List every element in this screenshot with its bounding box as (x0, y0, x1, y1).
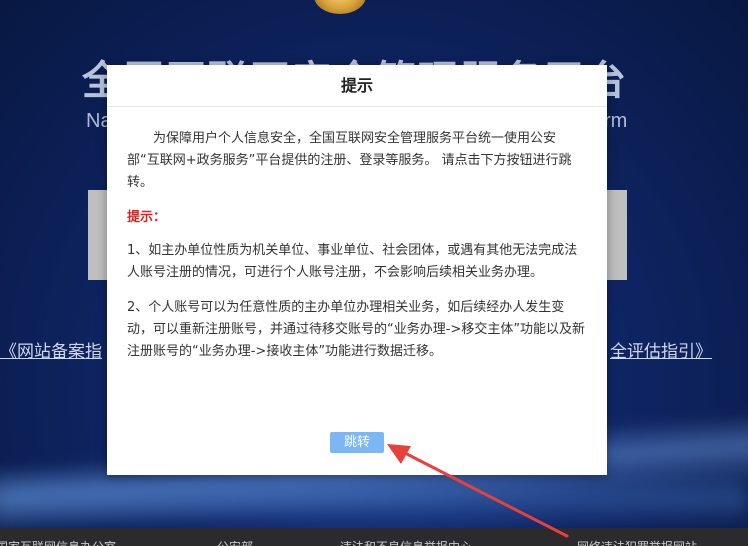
background-subtitle-right: rm (604, 110, 628, 132)
dialog-intro-text: 为保障用户个人信息安全，全国互联网安全管理服务平台统一使用公安部“互联网+政务服… (127, 131, 572, 190)
footer-link[interactable]: 网络违法犯罪举报网站 (577, 538, 697, 546)
police-emblem-icon (314, 0, 366, 14)
footer-link[interactable]: 国家互联网信息办公室 (0, 538, 116, 546)
background-glow-lower (0, 470, 748, 526)
notice-item-1: 1、如主办单位性质为机关单位、事业单位、社会团体，或遇有其他无法完成法人账号注册… (127, 243, 578, 280)
jump-button[interactable]: 跳转 (330, 432, 384, 453)
footer-link[interactable]: 公安部 (217, 538, 253, 546)
notice-label: 提示： (127, 210, 167, 225)
dialog-body: 为保障用户个人信息安全，全国互联网安全管理服务平台统一使用公安部“互联网+政务服… (107, 107, 607, 363)
page: 全国互联网安全管理服务平台 Na rm 《网站备案指 全评估指引》 国家互联网信… (0, 0, 748, 546)
background-login-panel-right (605, 190, 627, 280)
notice-dialog: 提示 为保障用户个人信息安全，全国互联网安全管理服务平台统一使用公安部“互联网+… (107, 65, 607, 475)
footer: 国家互联网信息办公室 公安部 违法和不良信息举报中心 网络违法犯罪举报网站 (0, 528, 748, 546)
red-arrow-icon (387, 444, 569, 538)
background-link-filing-guide[interactable]: 《网站备案指 (0, 337, 102, 362)
background-link-security-guide[interactable]: 全评估指引》 (610, 337, 712, 362)
dialog-title: 提示 (107, 65, 607, 107)
notice-item-2: 2、个人账号可以为任意性质的主办单位办理相关业务，如后续经办人发生变动，可以重新… (127, 300, 586, 359)
